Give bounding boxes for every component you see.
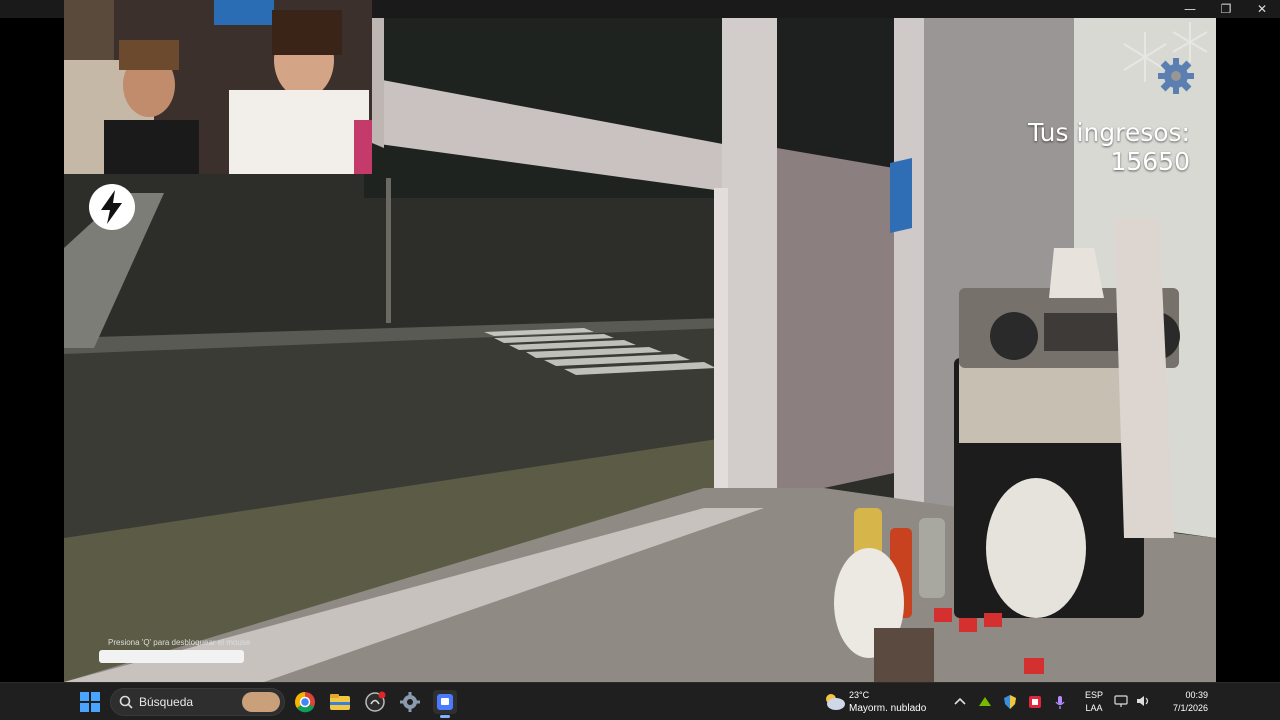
cloudy-weather-icon (826, 694, 845, 710)
webcam-overlay (64, 0, 372, 174)
system-clock[interactable]: 00:39 7/1/2026 (1150, 689, 1208, 715)
chevron-up-icon[interactable] (952, 694, 968, 710)
letterbox-left (0, 18, 64, 682)
unlock-mouse-hint: Presiona 'Q' para desbloquear el mouse (108, 638, 251, 647)
letterbox-right (1216, 18, 1280, 682)
close-button[interactable]: ✕ (1244, 0, 1280, 18)
minimize-button[interactable]: — (1172, 0, 1208, 18)
language-code: ESP (1084, 690, 1103, 700)
defender-shield-icon[interactable] (1002, 694, 1018, 710)
weather-widget[interactable]: 23°C Mayorm. nublado (822, 687, 932, 717)
windows-start-icon[interactable] (79, 691, 101, 713)
file-explorer-icon[interactable] (328, 690, 352, 714)
restore-button[interactable]: ❐ (1208, 0, 1244, 18)
active-app-indicator (440, 715, 450, 718)
settings-icon[interactable] (398, 690, 422, 714)
window-controls: — ❐ ✕ (1172, 0, 1280, 18)
nvidia-icon[interactable] (977, 694, 993, 710)
system-tray (952, 693, 1068, 711)
income-label: Tus ingresos: 15650 (1028, 118, 1190, 176)
search-placeholder: Búsqueda (139, 695, 194, 709)
github-desktop-icon[interactable] (363, 690, 387, 714)
clock-date: 7/1/2026 (1172, 703, 1208, 713)
language-indicator[interactable]: ESP LAA (1082, 689, 1106, 715)
progress-bar (99, 650, 244, 663)
microphone-icon[interactable] (1052, 694, 1068, 710)
lightning-bolt-icon (89, 184, 135, 230)
weather-description: Mayorm. nublado (849, 703, 927, 714)
quick-settings[interactable] (1114, 694, 1150, 708)
settings-gear-icon[interactable] (1156, 56, 1196, 96)
keyboard-layout: LAA (1085, 703, 1103, 713)
clock-time: 00:39 (1185, 690, 1208, 700)
search-highlight-icon (242, 692, 280, 712)
streaming-app-icon[interactable] (433, 690, 457, 718)
volume-icon (1137, 696, 1149, 706)
search-box[interactable]: Búsqueda (110, 688, 285, 716)
search-icon (119, 695, 133, 709)
network-icon (1114, 695, 1128, 707)
weather-temperature: 23°C (849, 690, 870, 700)
app-tray-icon[interactable] (1027, 694, 1043, 710)
windows-taskbar: Búsqueda 23°C Mayorm. nublado ESP LAA 00… (0, 682, 1280, 720)
chrome-icon[interactable] (293, 690, 317, 714)
